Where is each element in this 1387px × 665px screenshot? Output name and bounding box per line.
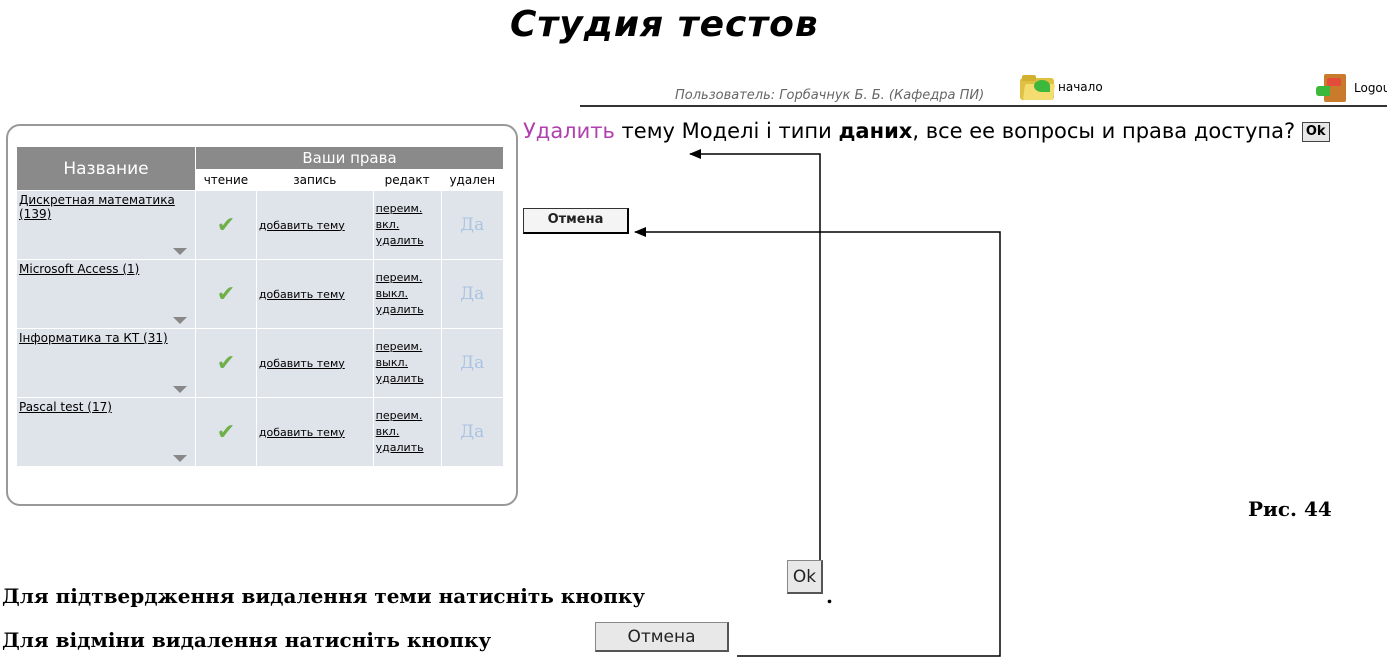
caption-confirm-text: Для підтвердження видалення теми натисні… [2,584,646,608]
ok-callout-line [689,149,821,560]
callout-arrows [634,149,1001,657]
ok-button-sample: Ok [787,560,823,594]
caption-confirm: Для підтвердження видалення теми натисні… [2,584,645,608]
caption-cancel: Для відміни видалення натисніть кнопку [2,628,492,652]
cancel-button-sample: Отмена [595,622,729,652]
caption-confirm-period: . [826,584,833,608]
